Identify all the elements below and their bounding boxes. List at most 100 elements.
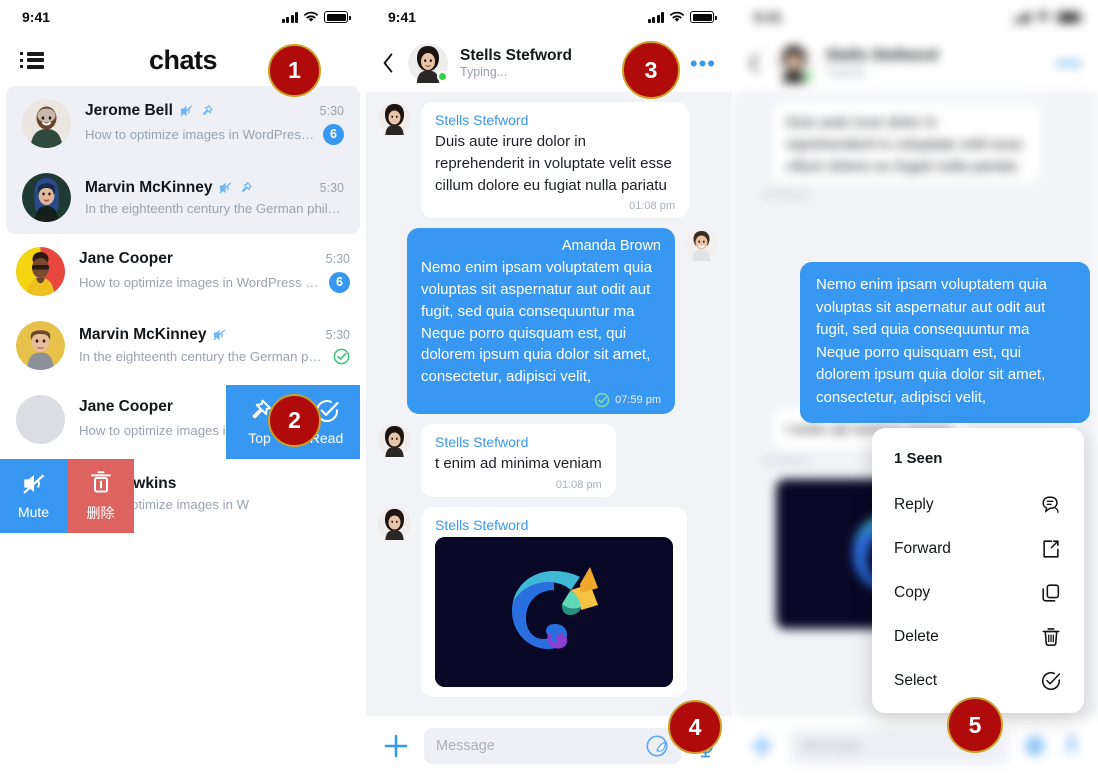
conversation-meta: Stells Stefword Typing...	[826, 46, 938, 81]
signal-icon	[647, 11, 664, 23]
chat-list-screen: 9:41 chats Jerome Bell 5:30 How to optim…	[0, 0, 366, 776]
chat-name: Jane Cooper	[79, 249, 173, 267]
chevron-left-icon[interactable]	[748, 52, 762, 74]
avatar	[22, 98, 71, 148]
chat-row-body: Jerome Bell 5:30 How to optimize images …	[85, 102, 344, 145]
chat-row-marvin-mckinney-2[interactable]: Marvin McKinney 5:30 In the eighteenth c…	[0, 308, 366, 382]
message-row: Duis aute irure dolor in reprehenderit i…	[732, 102, 1098, 193]
message-text: Nemo enim ipsam voluptatem quia voluptas…	[421, 259, 652, 385]
chat-time: 5:30	[325, 251, 350, 266]
trash-icon	[1040, 626, 1062, 648]
battery-icon	[324, 11, 351, 23]
message-row: Amanda Brown Nemo enim ipsam voluptatem …	[366, 228, 732, 424]
step-marker-number: 3	[644, 56, 658, 83]
message-bubble-outgoing[interactable]: Amanda Brown Nemo enim ipsam voluptatem …	[407, 228, 675, 414]
ellipsis-icon[interactable]: •••	[690, 52, 716, 74]
conversation-header: Stells Stefword Typing... •••	[732, 34, 1098, 92]
swipe-action-mute-label: Mute	[17, 504, 50, 520]
signal-icon	[1013, 11, 1030, 23]
message-composer: Message	[732, 716, 1098, 776]
context-menu-item-copy[interactable]: Copy	[872, 571, 1084, 615]
avatar[interactable]	[408, 43, 448, 83]
emoji-icon[interactable]	[645, 734, 669, 758]
context-menu-item-delete[interactable]: Delete	[872, 615, 1084, 659]
unread-badge: 6	[329, 271, 350, 293]
copy-icon	[1040, 582, 1062, 604]
message-row: Stells Stefword Duis aute irure dolor in…	[366, 102, 732, 228]
highlighted-message-bubble[interactable]: Nemo enim ipsam voluptatem quia voluptas…	[800, 262, 1090, 423]
status-time: 9:41	[22, 9, 51, 25]
chat-row-body: Marvin McKinney 5:30 In the eighteenth c…	[85, 179, 344, 216]
chat-time: 5:30	[319, 180, 344, 195]
online-status-dot	[437, 71, 448, 82]
highlighted-message-text: Nemo enim ipsam voluptatem quia voluptas…	[816, 276, 1047, 406]
avatar	[16, 320, 65, 370]
chat-preview: How to optimize images in WordPress for.…	[85, 126, 315, 142]
status-bar-2: 9:41	[366, 0, 732, 34]
pin-icon	[200, 104, 214, 118]
online-status-dot	[803, 71, 814, 82]
swipe-actions-left: Mute 删除	[0, 459, 134, 533]
step-marker-number: 5	[968, 711, 982, 738]
chat-row-body: Jane Cooper 5:30 How to optimize images …	[79, 250, 350, 293]
context-menu-item-forward[interactable]: Forward	[872, 527, 1084, 571]
selected-chat-group: Jerome Bell 5:30 How to optimize images …	[6, 86, 360, 234]
contact-name: Stells Stefword	[826, 46, 938, 64]
step-marker-2: 2	[268, 394, 321, 447]
step-marker-number: 2	[288, 407, 301, 433]
message-time: 01:08 pm	[629, 200, 675, 213]
message-author: Amanda Brown	[561, 238, 661, 255]
swipe-action-top-label: Top	[248, 430, 271, 446]
chat-preview: In the eighteenth century the German phi…	[85, 200, 344, 216]
chat-name: Jane Cooper	[79, 397, 173, 415]
step-marker-4: 4	[668, 700, 722, 754]
avatar	[16, 246, 65, 296]
message-text: t enim ad minima veniam	[435, 454, 602, 472]
context-menu-label: Select	[894, 672, 938, 689]
chat-time: 5:30	[319, 103, 344, 118]
status-indicators	[1013, 11, 1083, 23]
status-time: 9:41	[388, 9, 417, 25]
message-time: 01:08 pm	[764, 189, 810, 202]
message-bubble-image[interactable]: Stells Stefword	[421, 506, 687, 697]
message-context-menu[interactable]: 1 Seen Reply Forward Copy Delete Select	[872, 428, 1084, 713]
chat-row-marvin-mckinney-1[interactable]: Marvin McKinney 5:30 In the eighteenth c…	[6, 160, 360, 234]
swipe-action-mute[interactable]: Mute	[0, 459, 67, 533]
pin-icon	[239, 181, 253, 195]
battery-icon	[690, 11, 717, 23]
read-tick-icon	[333, 348, 350, 365]
avatar	[16, 394, 65, 444]
plus-icon[interactable]	[382, 732, 410, 760]
avatar[interactable]	[774, 43, 814, 83]
chat-row-jerome-bell[interactable]: Jerome Bell 5:30 How to optimize images …	[6, 86, 360, 160]
chat-name: Marvin McKinney	[79, 325, 207, 343]
message-footer: 01:08 pm	[435, 200, 675, 212]
message-bubble-incoming[interactable]: Stells Stefword Duis aute irure dolor in…	[421, 102, 689, 219]
wifi-icon	[1035, 11, 1051, 23]
swipe-action-delete-label: 删除	[86, 505, 115, 521]
swipe-action-delete[interactable]: 删除	[67, 459, 134, 533]
mute-icon	[218, 181, 233, 195]
ellipsis-icon[interactable]: •••	[1056, 52, 1082, 74]
mic-icon	[1061, 734, 1082, 759]
battery-icon	[1056, 11, 1083, 23]
message-list[interactable]: Stells Stefword Duis aute irure dolor in…	[366, 92, 732, 716]
message-text: Duis aute irure dolor in reprehenderit i…	[786, 114, 1023, 175]
chat-row-jane-cooper-1[interactable]: Jane Cooper 5:30 How to optimize images …	[0, 234, 366, 308]
chat-time: 5:30	[325, 327, 350, 342]
conversation-meta: Stells Stefword Typing...	[460, 46, 572, 81]
reply-bubble-icon	[1040, 494, 1062, 516]
chat-row-body: Marvin McKinney 5:30 In the eighteenth c…	[79, 326, 350, 365]
signal-icon	[281, 11, 298, 23]
message-input[interactable]: Message	[424, 728, 681, 764]
chat-preview: In the eighteenth century the German phi…	[79, 348, 325, 364]
message-footer: 01:08 pm	[435, 479, 602, 491]
chevron-left-icon[interactable]	[382, 52, 396, 74]
message-image[interactable]	[435, 536, 673, 687]
context-menu-item-reply[interactable]: Reply	[872, 483, 1084, 527]
avatar	[378, 506, 411, 540]
message-bubble-incoming[interactable]: Stells Stefword t enim ad minima veniam …	[421, 423, 616, 497]
wifi-icon	[303, 11, 319, 23]
conversation-screen: 9:41 Stells Stefword Typing... ••• Stell…	[366, 0, 732, 776]
step-marker-number: 4	[688, 713, 702, 740]
